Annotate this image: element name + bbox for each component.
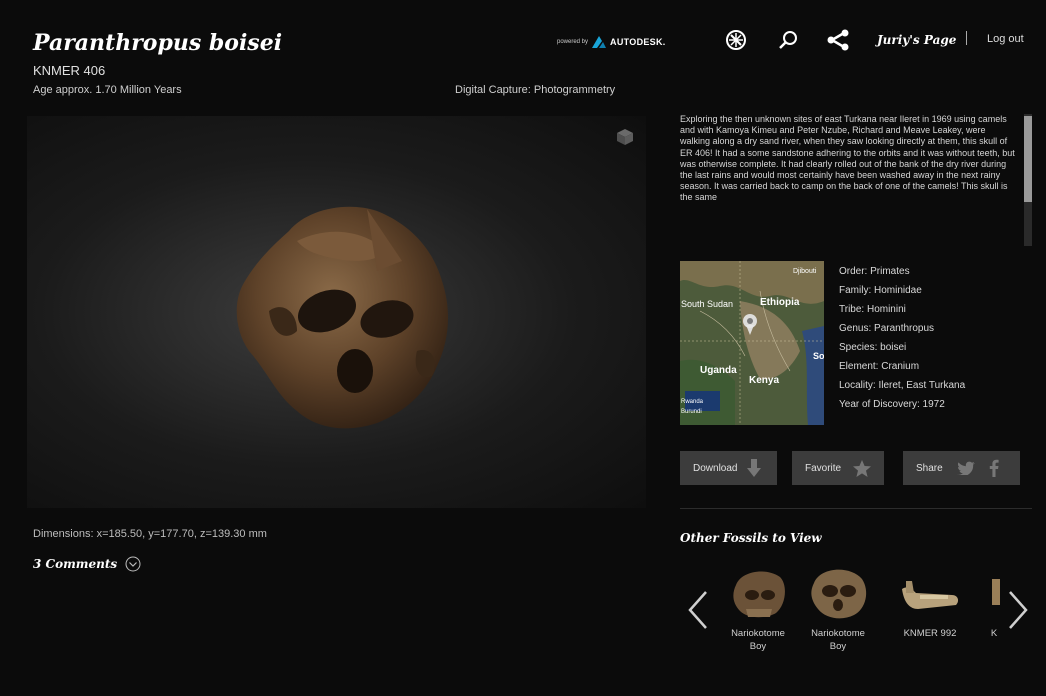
user-page-link[interactable]: Juriy's Page (877, 33, 956, 47)
fossil-thumbnail (992, 579, 1000, 605)
3d-model-viewer[interactable] (27, 116, 646, 508)
taxonomy-family: Family: Hominidae (839, 285, 922, 296)
favorite-button[interactable]: Favorite (792, 451, 884, 485)
download-button[interactable]: Download (680, 451, 777, 485)
download-icon (747, 459, 762, 477)
carousel-prev-button[interactable] (686, 590, 710, 635)
map-label-kenya: Kenya (749, 375, 779, 386)
fossil-card[interactable]: KNMER 992 (890, 565, 970, 640)
autodesk-logo-icon (592, 36, 607, 48)
fossil-name: Nariokotome Boy (731, 628, 785, 652)
taxonomy-locality: Locality: Ileret, East Turkana (839, 380, 966, 391)
taxonomy-genus: Genus: Paranthropus (839, 323, 935, 334)
chevron-down-circle-icon (125, 556, 141, 572)
fossil-card[interactable]: K (980, 565, 1008, 640)
taxonomy-list: Order: Primates Family: Hominidae Tribe:… (839, 262, 965, 414)
age-label: Age approx. 1.70 Million Years (33, 84, 182, 96)
share-label: Share (916, 462, 943, 474)
search-icon (779, 31, 797, 49)
taxonomy-year: Year of Discovery: 1972 (839, 399, 945, 410)
section-divider (680, 508, 1032, 509)
fossil-name: KNMER 992 (903, 628, 957, 639)
fossil-thumbnail (811, 569, 867, 619)
fossil-skull-model[interactable] (227, 201, 467, 436)
map-label-djibouti: Djibouti (793, 268, 817, 275)
map-label-uganda: Uganda (700, 365, 737, 376)
map-label-burundi: Burundi (681, 409, 702, 415)
comments-count: 3 Comments (33, 557, 118, 571)
specimen-id: KNMER 406 (33, 63, 106, 78)
star-icon (853, 459, 872, 477)
search-button[interactable] (775, 27, 801, 53)
map-label-ethiopia: Ethiopia (760, 297, 800, 308)
model-dimensions: Dimensions: x=185.50, y=177.70, z=139.30… (33, 528, 267, 540)
settings-icon (726, 30, 746, 50)
map-label-south-sudan: South Sudan (681, 299, 733, 309)
fossil-description: Exploring the then unknown sites of east… (680, 114, 1015, 203)
facebook-icon[interactable] (989, 459, 999, 477)
chevron-left-icon (688, 591, 707, 629)
fossil-thumbnail (902, 581, 959, 609)
view-cube-icon[interactable] (616, 128, 634, 146)
taxonomy-order: Order: Primates (839, 266, 910, 277)
fossil-card[interactable]: Nariokotome Boy (718, 565, 798, 653)
capture-method-label: Digital Capture: Photogrammetry (455, 84, 616, 96)
locality-map[interactable]: Djibouti Ethiopia South Sudan Uganda Ken… (680, 261, 824, 425)
favorite-label: Favorite (805, 462, 842, 474)
fossil-name: Nariokotome Boy (811, 628, 865, 652)
carousel-next-button[interactable] (1006, 590, 1030, 635)
taxonomy-species: Species: boisei (839, 342, 907, 353)
chevron-right-icon (1009, 591, 1028, 629)
download-label: Download (693, 462, 738, 474)
twitter-icon[interactable] (956, 461, 975, 475)
share-button[interactable]: Share (903, 451, 1020, 485)
page-title: Paranthropus boisei (33, 30, 283, 56)
fossil-name: K (990, 628, 998, 639)
fossil-thumbnail (733, 571, 785, 618)
logout-link[interactable]: Log out (987, 33, 1024, 45)
scrollbar-thumb[interactable] (1024, 116, 1032, 202)
settings-button[interactable] (723, 27, 749, 53)
share-header-button[interactable] (825, 27, 851, 53)
taxonomy-element: Element: Cranium (839, 361, 920, 372)
autodesk-branding[interactable]: powered by AUTODESK. (557, 36, 666, 48)
other-fossils-heading: Other Fossils to View (680, 531, 822, 545)
autodesk-brand-label: AUTODESK. (610, 37, 666, 47)
header-divider (966, 31, 967, 45)
taxonomy-tribe: Tribe: Hominini (839, 304, 906, 315)
map-label-rwanda: Rwanda (681, 399, 704, 405)
powered-by-label: powered by (557, 39, 589, 45)
map-label-somalia: So (813, 351, 824, 361)
share-icon (827, 29, 849, 51)
fossil-card[interactable]: Nariokotome Boy (798, 565, 878, 653)
comments-toggle[interactable]: 3 Comments (33, 556, 141, 572)
